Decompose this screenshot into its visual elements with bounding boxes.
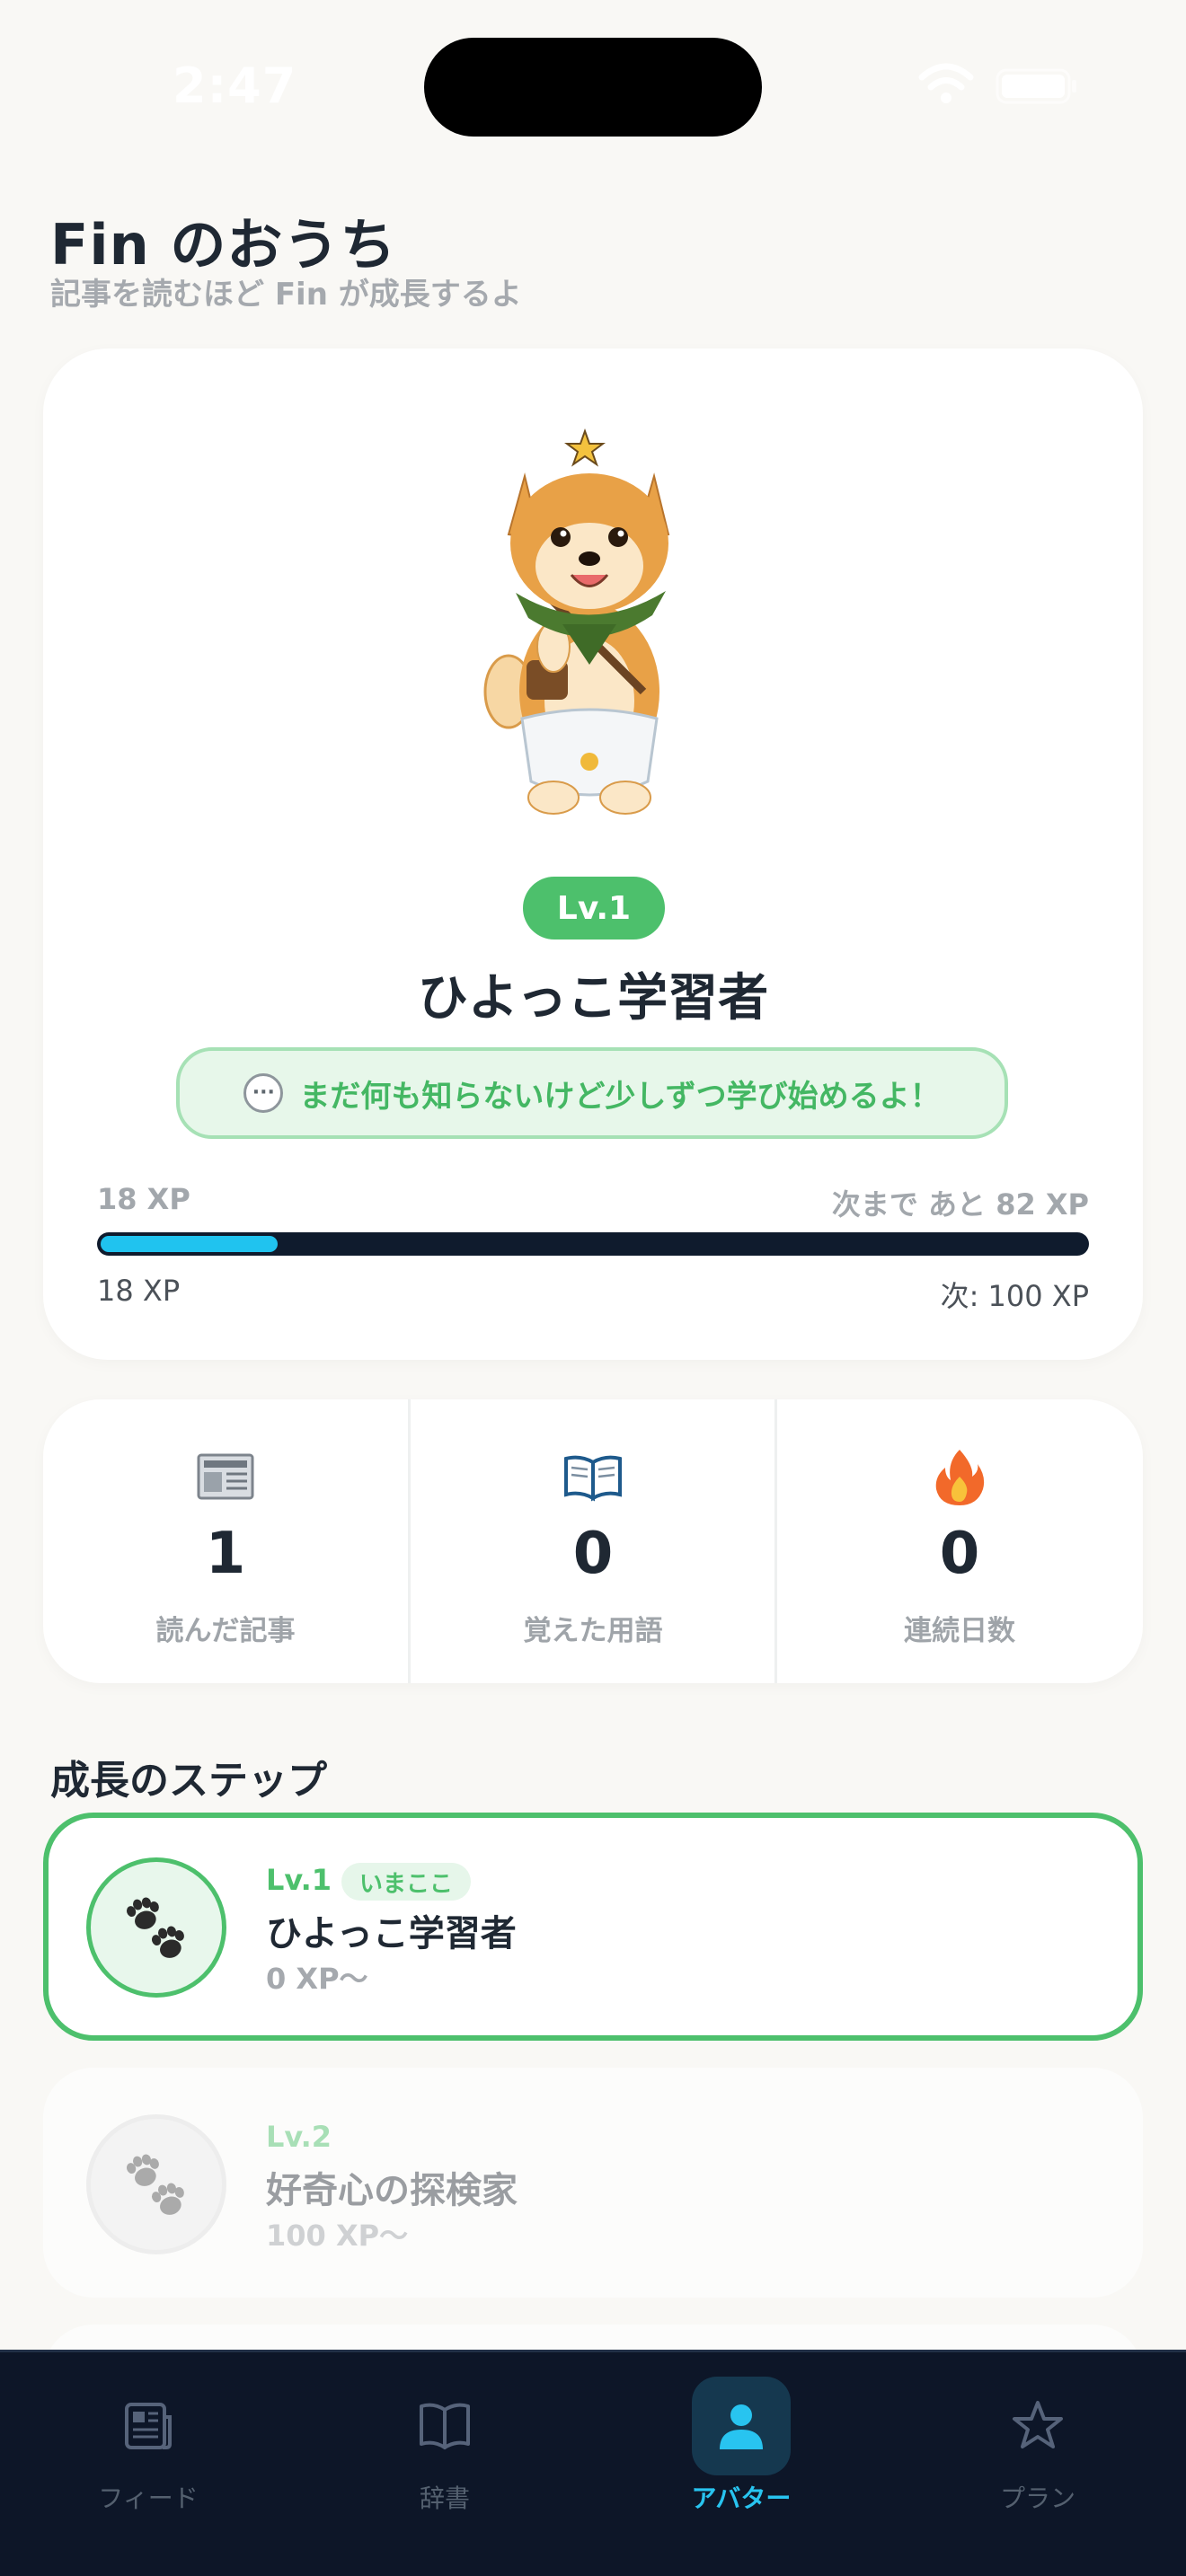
level-name: ひよっこ学習者 (417, 969, 769, 1028)
tab-label: 辞書 (419, 2483, 470, 2513)
page-subtitle: 記事を読むほど Fin が成長するよ (50, 277, 522, 313)
step-xp: 0 XP〜 (266, 1962, 368, 1996)
speech-bubble: ··· まだ何も知らないけど少しずつ学び始めるよ！ (176, 1047, 1008, 1139)
paw-icon (127, 2154, 184, 2215)
step-level: Lv.2 (266, 2120, 332, 2154)
xp-remaining: 次まで あと 82 XP (831, 1187, 1089, 1222)
stat-value: 1 (205, 1521, 246, 1587)
stat-articles-read: 1 読んだ記事 (43, 1399, 408, 1683)
status-time: 2:47 (173, 57, 297, 114)
dynamic-island (424, 38, 762, 137)
section-title: 成長のステップ (50, 1758, 327, 1804)
step-name: 好奇心の探検家 (266, 2170, 518, 2211)
level-badge: Lv.1 (523, 877, 665, 940)
wifi-icon (918, 63, 974, 103)
xp-current: 18 XP (97, 1274, 181, 1308)
stat-value: 0 (939, 1521, 980, 1587)
page-title: Fin のおうち (50, 212, 397, 278)
speech-text: まだ何も知らないけど少しずつ学び始めるよ！ (299, 1078, 941, 1115)
star-icon (1013, 2401, 1063, 2448)
step-name: ひよっこ学習者 (266, 1913, 517, 1954)
tab-dictionary[interactable]: 辞書 (296, 2350, 593, 2529)
open-book-icon (564, 1455, 622, 1502)
battery-icon (996, 68, 1076, 104)
step-level: Lv.1 (266, 1863, 332, 1897)
step-icon-circle (86, 1857, 226, 1998)
stat-label: 連続日数 (904, 1615, 1015, 1647)
book-icon (420, 2403, 470, 2449)
xp-progress-fill (101, 1236, 279, 1252)
stat-streak-days: 0 連続日数 (777, 1399, 1142, 1683)
tab-feed[interactable]: フィード (0, 2350, 296, 2529)
tab-avatar[interactable]: アバター (593, 2350, 890, 2529)
fire-icon (935, 1450, 985, 1505)
person-icon (720, 2404, 763, 2449)
shiba-avatar-image (483, 428, 670, 815)
stat-terms-learned: 0 覚えた用語 (411, 1399, 775, 1683)
xp-progress-bar (97, 1232, 1089, 1256)
newspaper-icon (197, 1453, 254, 1500)
stat-value: 0 (572, 1521, 614, 1587)
step-xp: 100 XP〜 (266, 2219, 409, 2253)
stat-label: 読んだ記事 (155, 1615, 296, 1647)
paw-icon (127, 1897, 184, 1958)
tab-plan[interactable]: プラン (890, 2350, 1186, 2529)
tab-label: フィード (98, 2483, 199, 2513)
speech-bubble-icon: ··· (243, 1073, 284, 1113)
stat-label: 覚えた用語 (523, 1615, 663, 1647)
xp-next: 次: 100 XP (940, 1279, 1089, 1313)
current-step-badge: いまここ (341, 1863, 472, 1901)
xp-label: 18 XP (97, 1182, 190, 1216)
step-icon-circle (86, 2114, 226, 2254)
tab-label: アバター (691, 2483, 792, 2513)
newspaper-icon (125, 2403, 172, 2449)
tab-label: プラン (999, 2483, 1075, 2513)
